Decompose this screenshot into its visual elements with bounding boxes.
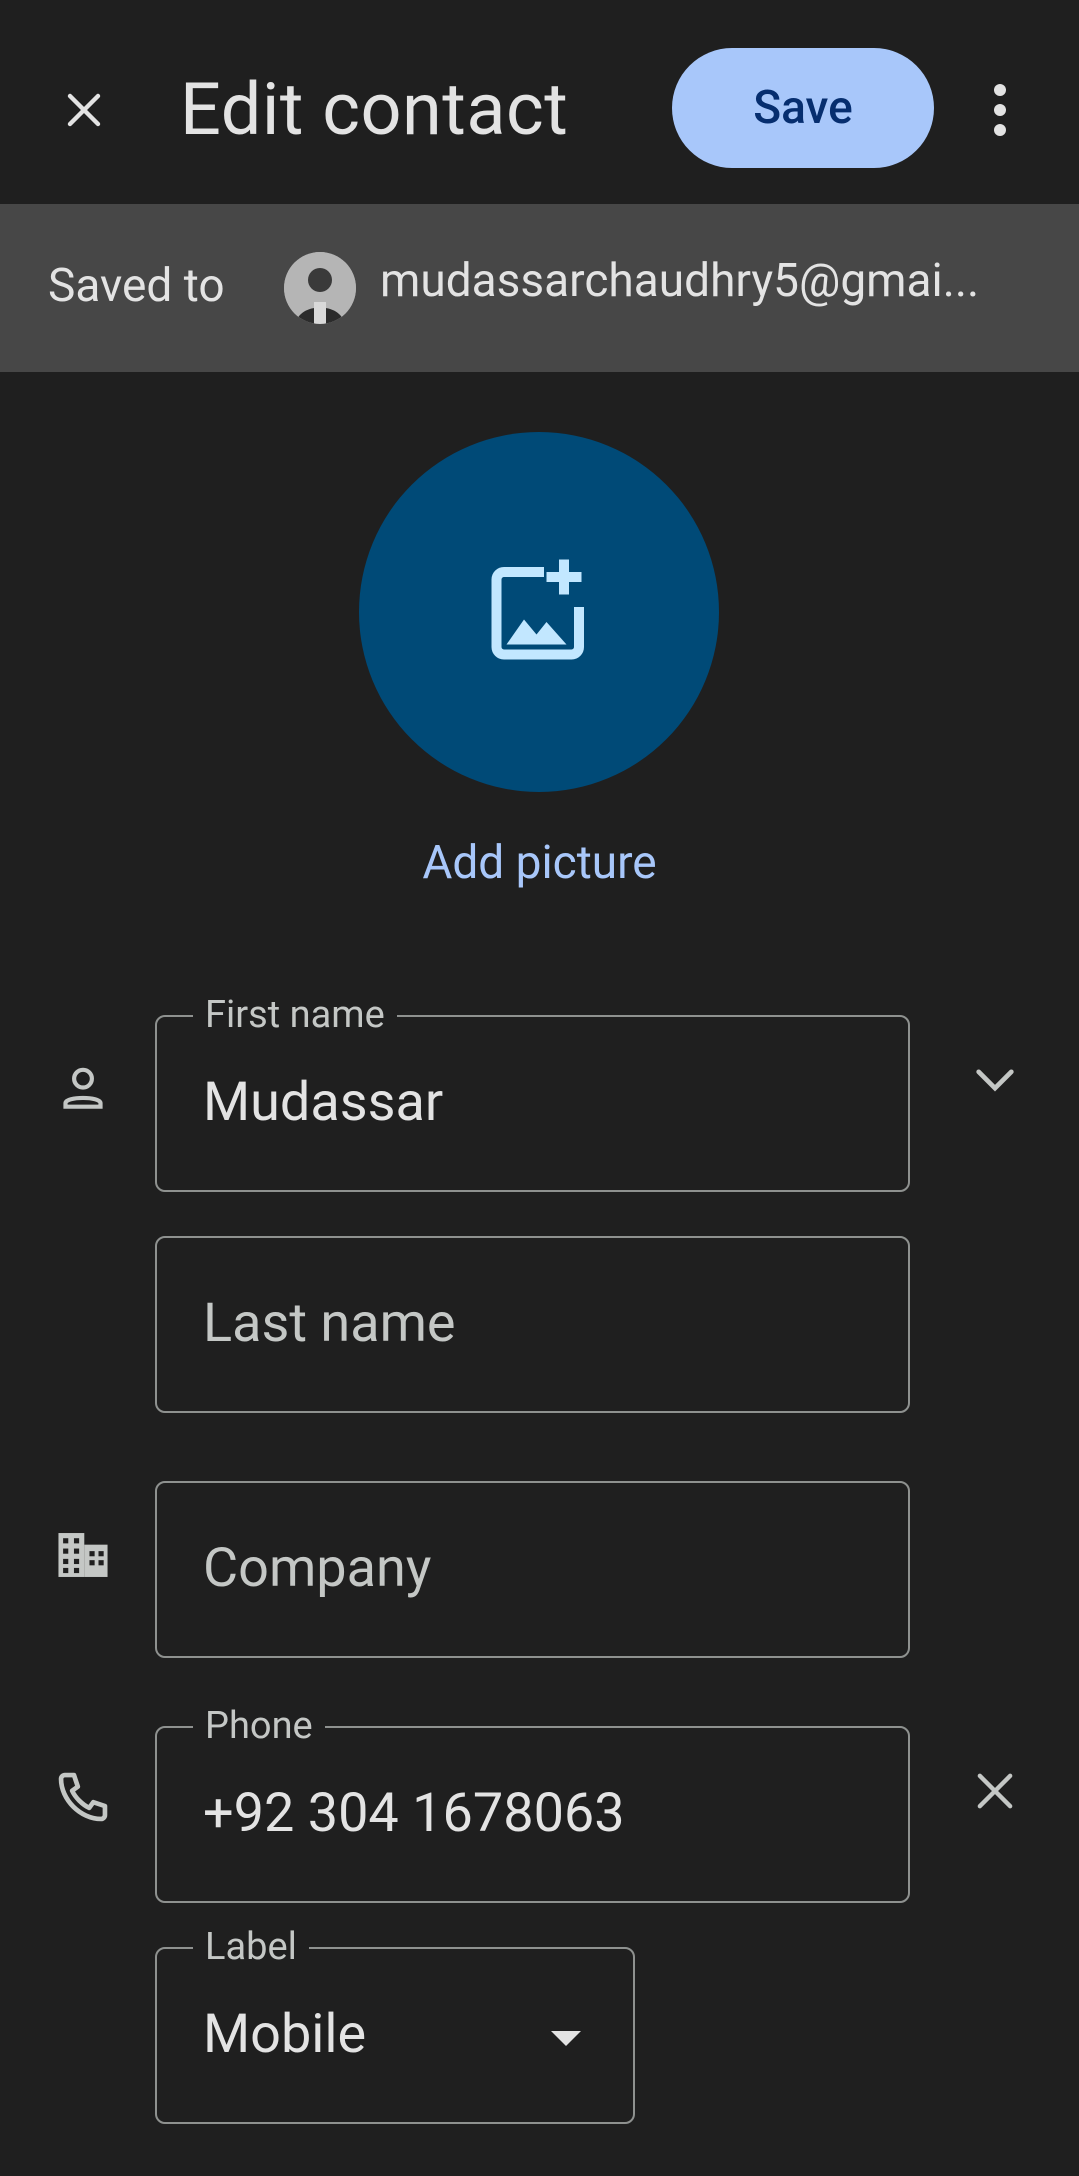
more-vert-icon <box>994 84 1006 136</box>
phone-type-value: Mobile <box>203 2003 367 2066</box>
phone-label: Phone <box>193 1704 325 1748</box>
first-name-field[interactable]: First name Mudassar <box>155 993 910 1192</box>
first-name-value: Mudassar <box>203 1071 444 1134</box>
more-options-button[interactable] <box>960 66 1040 154</box>
expand-name-button[interactable] <box>960 1045 1030 1115</box>
add-picture-link[interactable]: Add picture <box>0 836 1079 890</box>
last-name-placeholder: Last name <box>203 1292 456 1355</box>
top-app-bar: Edit contact Save <box>0 0 1079 204</box>
phone-icon <box>48 1762 118 1832</box>
close-button[interactable] <box>40 66 128 154</box>
last-name-field[interactable]: Last name <box>155 1236 910 1413</box>
company-field[interactable]: Company <box>155 1481 910 1658</box>
phone-value: +92 304 1678063 <box>203 1782 625 1845</box>
phone-type-label: Label <box>193 1925 309 1969</box>
chevron-down-icon <box>976 1069 1014 1092</box>
phone-type-dropdown[interactable]: Label Mobile <box>155 1925 635 2124</box>
close-icon <box>67 93 101 127</box>
clear-icon <box>977 1773 1013 1809</box>
saved-to-label: Saved to <box>48 259 225 313</box>
avatar <box>284 252 356 324</box>
add-photo-icon <box>491 559 584 660</box>
phone-field[interactable]: Phone +92 304 1678063 <box>155 1704 910 1903</box>
business-icon <box>48 1520 118 1590</box>
account-email: mudassarchaudhry5@gmai... <box>380 254 980 308</box>
save-button[interactable]: Save <box>672 48 934 168</box>
person-icon <box>50 1055 116 1121</box>
dropdown-arrow-icon <box>551 2031 581 2046</box>
company-placeholder: Company <box>203 1537 432 1600</box>
remove-phone-button[interactable] <box>960 1756 1030 1826</box>
add-picture-button[interactable] <box>359 432 719 792</box>
account-selector[interactable]: Saved to mudassarchaudhry5@gmai... <box>0 204 1079 372</box>
first-name-label: First name <box>193 993 397 1037</box>
page-title: Edit contact <box>180 67 569 152</box>
